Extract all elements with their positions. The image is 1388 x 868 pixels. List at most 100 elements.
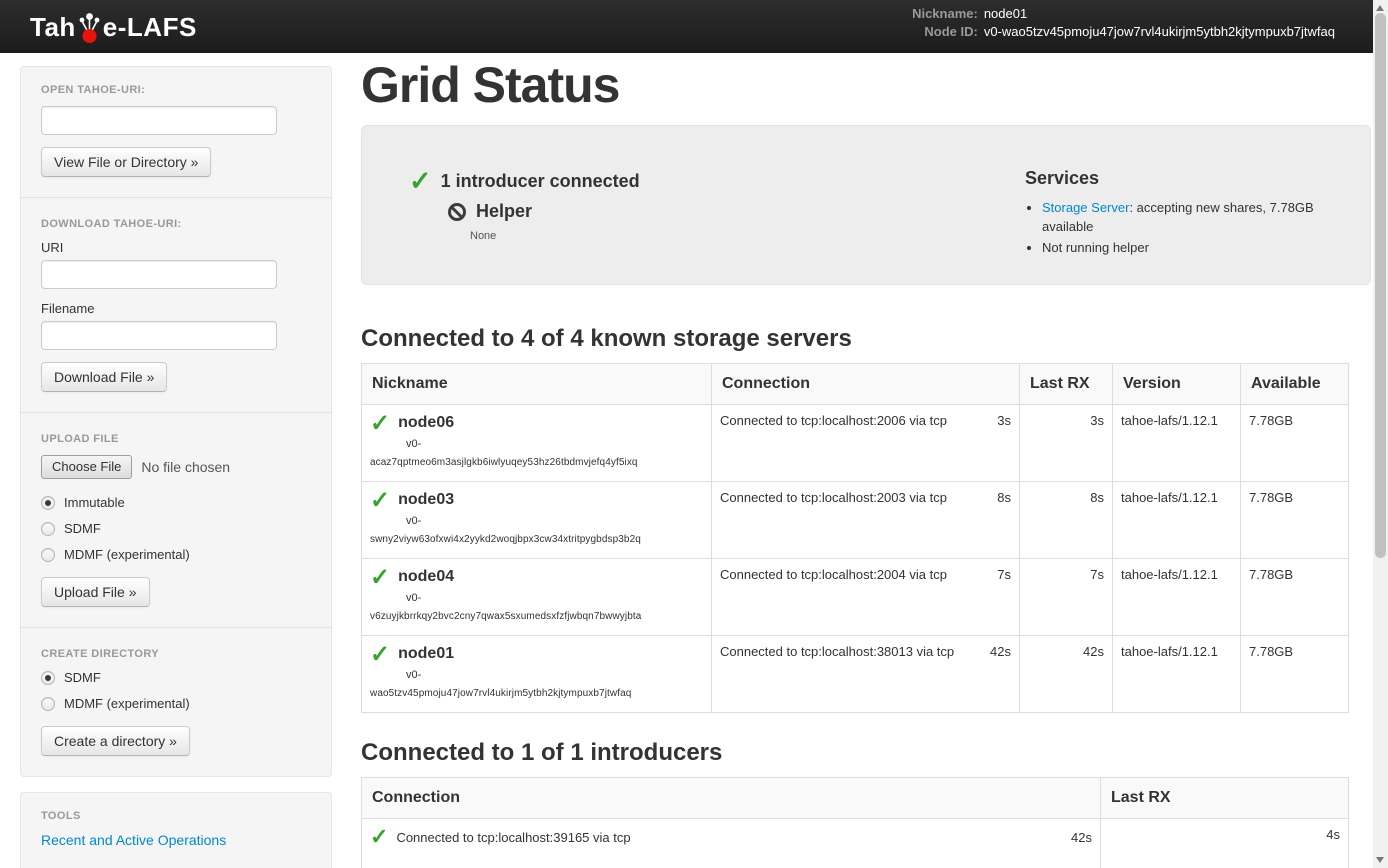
server-version: tahoe-lafs/1.12.1 [1113, 636, 1241, 713]
tahoe-lafs-logo[interactable]: Tah e-LAFS [30, 11, 197, 42]
server-last-rx: 7s [1020, 559, 1113, 636]
col-header-version: Version [1113, 364, 1241, 405]
connected-check-icon: ✓ [370, 567, 390, 589]
server-id-hash: swny2viyw63ofxwi4x2yykd2woqjbpx3cw34xtri… [370, 534, 703, 545]
download-uri-input[interactable] [41, 260, 277, 289]
node-id-label: Node ID: [886, 24, 978, 39]
tahoe-seed-icon [77, 11, 102, 44]
nickname-value: node01 [984, 6, 1027, 21]
table-row: ✓ node03 v0- swny2viyw63ofxwi4x2yykd2woq… [362, 482, 1349, 559]
radio-sdmf[interactable] [41, 522, 55, 536]
server-id-prefix: v0- [406, 592, 703, 604]
services-box: Services Storage Server: accepting new s… [1025, 168, 1350, 284]
scrollbar-thumb[interactable] [1375, 13, 1386, 558]
brand-text-pre: Tah [30, 12, 76, 42]
open-tahoe-uri-label: OPEN TAHOE-URI: [41, 84, 311, 96]
helper-value: None [470, 230, 1009, 242]
server-connection: Connected to tcp:localhost:2003 via tcp [720, 490, 947, 505]
radio-immutable[interactable] [41, 496, 55, 510]
tools-panel: TOOLS Recent and Active Operations [20, 792, 332, 868]
connected-check-icon: ✓ [370, 644, 390, 666]
services-list: Storage Server: accepting new shares, 7.… [1025, 198, 1350, 257]
top-navbar: Tah e-LAFS Nickname: node01 Node ID: v0-… [0, 0, 1373, 53]
server-last-rx: 42s [1020, 636, 1113, 713]
storage-servers-heading: Connected to 4 of 4 known storage server… [361, 325, 1371, 353]
introducer-connection: Connected to tcp:localhost:39165 via tcp [396, 830, 1071, 845]
server-available: 7.78GB [1241, 559, 1349, 636]
col-header-last-rx: Last RX [1101, 778, 1349, 819]
server-id-hash: wao5tzv45pmoju47jow7rvl4ukirjm5ytbh2kjty… [370, 688, 703, 699]
node-info: Nickname: node01 Node ID: v0-wao5tzv45pm… [886, 6, 1335, 42]
radio-mkdir-mdmf[interactable] [41, 697, 55, 711]
server-version: tahoe-lafs/1.12.1 [1113, 405, 1241, 482]
mkdir-format-sdmf[interactable]: SDMF [41, 670, 311, 685]
server-id-hash: acaz7qptmeo6m3asjlgkb6iwlyuqey53hz26tbdm… [370, 457, 703, 468]
create-directory-label: CREATE DIRECTORY [41, 648, 311, 660]
scroll-down-arrow-icon[interactable] [1376, 857, 1384, 863]
server-version: tahoe-lafs/1.12.1 [1113, 559, 1241, 636]
download-file-button[interactable]: Download File » [41, 362, 167, 392]
page-title: Grid Status [361, 57, 1371, 113]
file-picker: Choose File No file chosen [41, 455, 311, 479]
view-file-or-directory-button[interactable]: View File or Directory » [41, 147, 211, 177]
open-tahoe-uri-input[interactable] [41, 106, 277, 135]
helper-title: Helper [476, 201, 532, 222]
radio-mkdir-mdmf-label: MDMF (experimental) [64, 696, 190, 711]
server-nickname: node04 [398, 567, 454, 589]
introducer-helper-status: ✓ 1 introducer connected Helper None [409, 168, 1009, 284]
download-tahoe-uri-label: DOWNLOAD TAHOE-URI: [41, 218, 311, 230]
introducer-last-rx: 4s [1101, 819, 1349, 868]
grid-status-summary: ✓ 1 introducer connected Helper None Ser… [361, 125, 1371, 285]
upload-file-button[interactable]: Upload File » [41, 577, 150, 607]
table-header-row: Nickname Connection Last RX Version Avai… [362, 364, 1349, 405]
table-header-row: Connection Last RX [362, 778, 1349, 819]
connection-age: 42s [990, 644, 1011, 659]
vertical-scrollbar[interactable] [1373, 0, 1388, 868]
services-title: Services [1025, 168, 1350, 189]
radio-mkdir-sdmf[interactable] [41, 671, 55, 685]
connection-age: 42s [1071, 830, 1092, 845]
connected-check-icon: ✓ [370, 827, 388, 847]
server-last-rx: 3s [1020, 405, 1113, 482]
server-available: 7.78GB [1241, 636, 1349, 713]
upload-format-sdmf[interactable]: SDMF [41, 521, 311, 536]
mkdir-format-mdmf[interactable]: MDMF (experimental) [41, 696, 311, 711]
connected-check-icon: ✓ [409, 168, 432, 194]
recent-operations-link[interactable]: Recent and Active Operations [41, 832, 226, 848]
connection-age: 7s [997, 567, 1011, 582]
sidebar-divider [21, 627, 331, 628]
sidebar-divider [21, 197, 331, 198]
col-header-nickname: Nickname [362, 364, 712, 405]
table-row: ✓ node06 v0- acaz7qptmeo6m3asjlgkb6iwlyu… [362, 405, 1349, 482]
connected-check-icon: ✓ [370, 413, 390, 435]
main-content: Grid Status ✓ 1 introducer connected Hel… [361, 53, 1371, 868]
col-header-available: Available [1241, 364, 1349, 405]
uri-label: URI [41, 240, 311, 255]
col-header-connection: Connection [362, 778, 1101, 819]
introducers-table: Connection Last RX ✓ Connected to tcp:lo… [361, 777, 1349, 868]
scroll-up-arrow-icon[interactable] [1376, 5, 1384, 11]
upload-format-mdmf[interactable]: MDMF (experimental) [41, 547, 311, 562]
upload-format-immutable[interactable]: Immutable [41, 495, 311, 510]
server-available: 7.78GB [1241, 482, 1349, 559]
sidebar: OPEN TAHOE-URI: View File or Directory »… [20, 66, 332, 868]
tools-label: TOOLS [41, 810, 311, 822]
download-filename-input[interactable] [41, 321, 277, 350]
col-header-last-rx: Last RX [1020, 364, 1113, 405]
connection-age: 3s [997, 413, 1011, 428]
server-version: tahoe-lafs/1.12.1 [1113, 482, 1241, 559]
choose-file-button[interactable]: Choose File [41, 455, 132, 479]
upload-file-label: UPLOAD FILE [41, 433, 311, 445]
table-row: ✓ node01 v0- wao5tzv45pmoju47jow7rvl4uki… [362, 636, 1349, 713]
radio-mkdir-sdmf-label: SDMF [64, 670, 101, 685]
create-directory-button[interactable]: Create a directory » [41, 726, 190, 756]
server-id-prefix: v0- [406, 669, 703, 681]
storage-server-link[interactable]: Storage Server [1042, 200, 1129, 215]
connected-check-icon: ✓ [370, 490, 390, 512]
no-helper-icon [448, 203, 466, 221]
server-id-hash: v6zuyjkbrrkqy2bvc2cny7qwax5sxumedsxfzfjw… [370, 611, 703, 622]
server-id-prefix: v0- [406, 515, 703, 527]
sidebar-main-panel: OPEN TAHOE-URI: View File or Directory »… [20, 66, 332, 777]
radio-mdmf[interactable] [41, 548, 55, 562]
server-id-prefix: v0- [406, 438, 703, 450]
